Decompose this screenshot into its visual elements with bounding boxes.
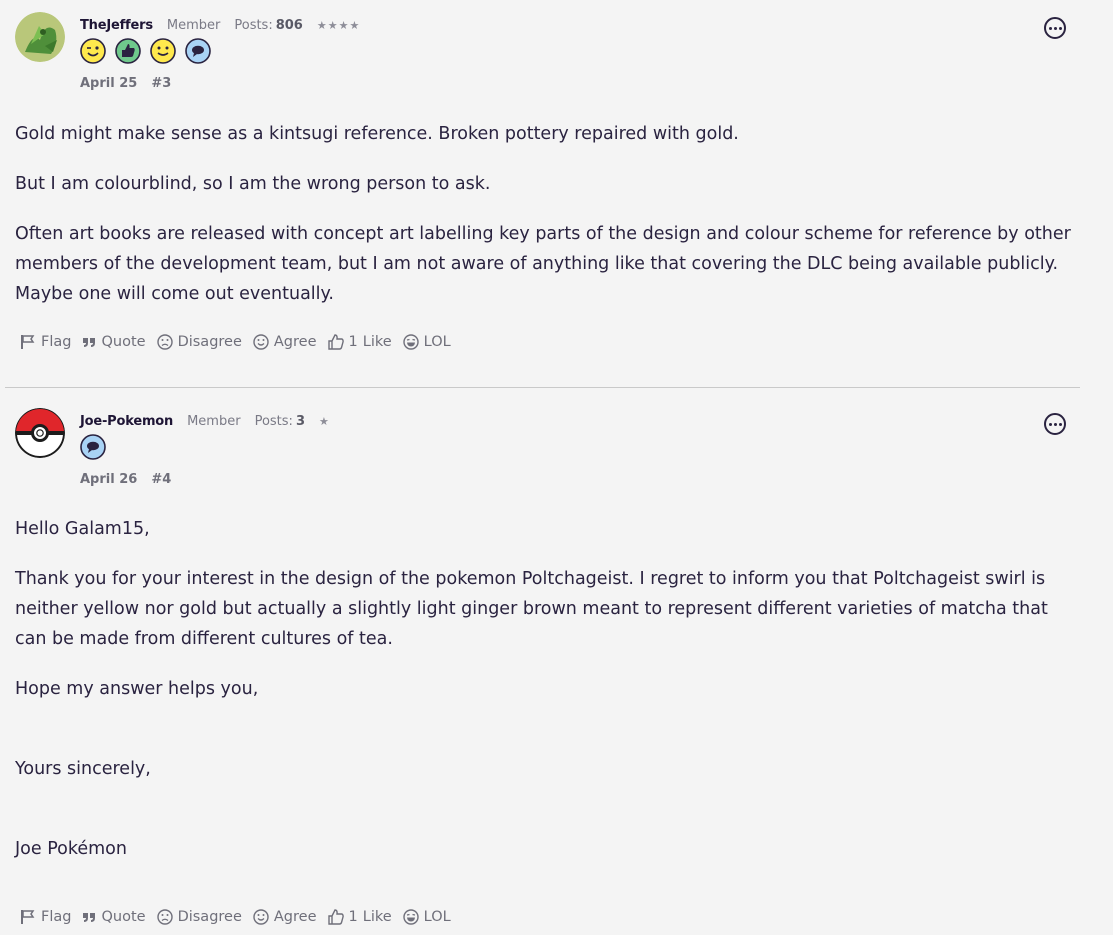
smile-icon bbox=[253, 334, 269, 350]
paragraph: Yours sincerely, bbox=[15, 759, 151, 779]
user-info: TheJeffers Member Posts: 806 ★★★★ bbox=[80, 18, 360, 33]
like-label: Like bbox=[362, 909, 392, 925]
smile-icon bbox=[253, 909, 269, 925]
lol-button[interactable]: LOL bbox=[402, 909, 451, 925]
avatar[interactable] bbox=[15, 408, 65, 458]
thumbs-up-badge-icon[interactable] bbox=[115, 38, 141, 64]
comment-badge-icon[interactable] bbox=[80, 434, 106, 460]
post-body: Hello Galam15, Thank you for your intere… bbox=[15, 514, 1075, 884]
paragraph: Thank you for your interest in the desig… bbox=[15, 569, 1048, 649]
posts-count: 806 bbox=[275, 18, 303, 33]
user-role: Member bbox=[187, 414, 241, 429]
like-count: 1 bbox=[348, 909, 358, 925]
laugh-icon bbox=[402, 909, 419, 925]
post: TheJeffers Member Posts: 806 ★★★★ April … bbox=[0, 0, 1080, 388]
post-menu-button[interactable] bbox=[1044, 413, 1066, 435]
disagree-button[interactable]: Disagree bbox=[156, 334, 242, 350]
user-info: Joe-Pokemon Member Posts: 3 ★ bbox=[80, 414, 330, 429]
dot-icon bbox=[1058, 422, 1062, 426]
flag-label: Flag bbox=[41, 334, 72, 350]
post-meta: April 26 #4 bbox=[80, 472, 171, 487]
dot-icon bbox=[1053, 422, 1057, 426]
dot-icon bbox=[1048, 422, 1052, 426]
flag-icon bbox=[21, 910, 35, 924]
badge-list bbox=[80, 434, 106, 460]
badge-list bbox=[80, 38, 211, 64]
agree-button[interactable]: Agree bbox=[253, 909, 317, 925]
like-button[interactable]: 1 Like bbox=[327, 334, 392, 350]
dot-icon bbox=[1048, 26, 1052, 30]
flag-icon bbox=[21, 335, 35, 349]
smile-badge-icon[interactable] bbox=[150, 38, 176, 64]
post-date[interactable]: April 26 bbox=[80, 472, 137, 487]
flag-button[interactable]: Flag bbox=[20, 909, 71, 925]
post-actions: Flag Quote Disagree Agree 1 Like LOL bbox=[20, 334, 462, 350]
quote-button[interactable]: Quote bbox=[82, 909, 146, 925]
quote-label: Quote bbox=[101, 334, 146, 350]
posts-count: 3 bbox=[295, 414, 305, 429]
post-body: Gold might make sense as a kintsugi refe… bbox=[15, 119, 1075, 329]
post-date[interactable]: April 25 bbox=[80, 76, 137, 91]
laugh-icon bbox=[402, 334, 419, 350]
agree-button[interactable]: Agree bbox=[253, 334, 317, 350]
lol-label: LOL bbox=[423, 909, 451, 925]
post-meta: April 25 #3 bbox=[80, 76, 171, 91]
disagree-label: Disagree bbox=[177, 909, 242, 925]
agree-label: Agree bbox=[273, 334, 317, 350]
post-menu-button[interactable] bbox=[1044, 17, 1066, 39]
username[interactable]: TheJeffers bbox=[80, 18, 153, 33]
paragraph: Joe Pokémon bbox=[15, 839, 127, 859]
wink-badge-icon[interactable] bbox=[80, 38, 106, 64]
lol-label: LOL bbox=[423, 334, 451, 350]
disagree-label: Disagree bbox=[177, 334, 242, 350]
post-number[interactable]: #3 bbox=[151, 76, 171, 91]
post-number[interactable]: #4 bbox=[151, 472, 171, 487]
posts-label: Posts: bbox=[254, 414, 293, 429]
quote-label: Quote bbox=[101, 909, 146, 925]
post-actions: Flag Quote Disagree Agree 1 Like LOL bbox=[20, 909, 462, 925]
paragraph: Hello Galam15, bbox=[15, 519, 150, 539]
avatar[interactable] bbox=[15, 12, 65, 62]
disagree-button[interactable]: Disagree bbox=[156, 909, 242, 925]
quote-icon bbox=[83, 338, 96, 347]
paragraph: Gold might make sense as a kintsugi refe… bbox=[15, 124, 739, 144]
like-button[interactable]: 1 Like bbox=[327, 909, 392, 925]
agree-label: Agree bbox=[273, 909, 317, 925]
thumbs-up-icon bbox=[327, 334, 344, 350]
paragraph: But I am colourblind, so I am the wrong … bbox=[15, 174, 491, 194]
comment-badge-icon[interactable] bbox=[185, 38, 211, 64]
dot-icon bbox=[1058, 26, 1062, 30]
quote-button[interactable]: Quote bbox=[82, 334, 146, 350]
like-label: Like bbox=[362, 334, 392, 350]
post: Joe-Pokemon Member Posts: 3 ★ April 26 #… bbox=[0, 388, 1080, 935]
frown-icon bbox=[156, 909, 173, 925]
username[interactable]: Joe-Pokemon bbox=[80, 414, 173, 429]
frown-icon bbox=[156, 334, 173, 350]
like-count: 1 bbox=[348, 334, 358, 350]
rank-stars: ★ bbox=[318, 415, 330, 428]
lol-button[interactable]: LOL bbox=[402, 334, 451, 350]
thumbs-up-icon bbox=[327, 909, 344, 925]
dot-icon bbox=[1053, 26, 1057, 30]
quote-icon bbox=[83, 913, 96, 922]
flag-label: Flag bbox=[41, 909, 72, 925]
flag-button[interactable]: Flag bbox=[20, 334, 71, 350]
paragraph: Hope my answer helps you, bbox=[15, 679, 259, 699]
paragraph: Often art books are released with concep… bbox=[15, 224, 1071, 304]
rank-stars: ★★★★ bbox=[316, 19, 361, 32]
user-role: Member bbox=[166, 18, 221, 33]
posts-label: Posts: bbox=[234, 18, 273, 33]
